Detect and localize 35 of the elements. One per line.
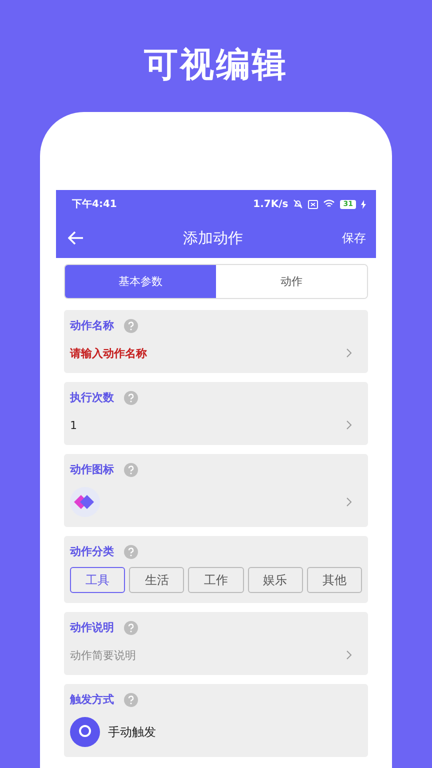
help-icon[interactable] [124, 462, 138, 476]
category-chip[interactable]: 工具 [70, 567, 126, 593]
category-chip[interactable]: 娱乐 [248, 567, 303, 593]
field-label: 触发方式 [70, 692, 114, 707]
field-label: 动作分类 [70, 544, 114, 559]
tab[interactable]: 基本参数 [65, 265, 216, 298]
trigger-option[interactable]: 手动触发 [108, 724, 156, 740]
field-label: 执行次数 [70, 390, 114, 405]
help-icon[interactable] [124, 692, 138, 706]
help-icon[interactable] [124, 620, 138, 634]
chevron-right-icon[interactable] [346, 348, 352, 358]
chevron-right-icon[interactable] [346, 650, 352, 660]
status-time: 下午4:41 [72, 198, 117, 211]
field-label: 动作名称 [70, 318, 114, 333]
wifi-icon [323, 199, 336, 209]
field-label: 动作图标 [70, 462, 114, 477]
chevron-right-icon[interactable] [346, 497, 352, 507]
category-chip[interactable]: 工作 [188, 567, 244, 593]
help-icon[interactable] [124, 390, 138, 404]
category-chip[interactable]: 生活 [129, 567, 184, 593]
screen-title: 添加动作 [183, 228, 243, 248]
sim-icon [308, 200, 318, 208]
bell-off-icon [293, 199, 304, 209]
input-field[interactable]: 请输入动作名称 [70, 346, 147, 360]
input-field[interactable]: 1 [70, 418, 77, 432]
save-button[interactable]: 保存 [340, 228, 368, 248]
help-icon[interactable] [124, 318, 138, 332]
field-label: 动作说明 [70, 620, 114, 635]
chevron-right-icon[interactable] [346, 420, 352, 430]
headline: 可视编辑 [144, 44, 288, 87]
help-icon[interactable] [124, 544, 138, 558]
network-speed: 1.7K/s [253, 198, 288, 210]
category-chip[interactable]: 其他 [306, 567, 362, 593]
back-button[interactable] [66, 229, 86, 247]
charging-icon [361, 200, 366, 208]
